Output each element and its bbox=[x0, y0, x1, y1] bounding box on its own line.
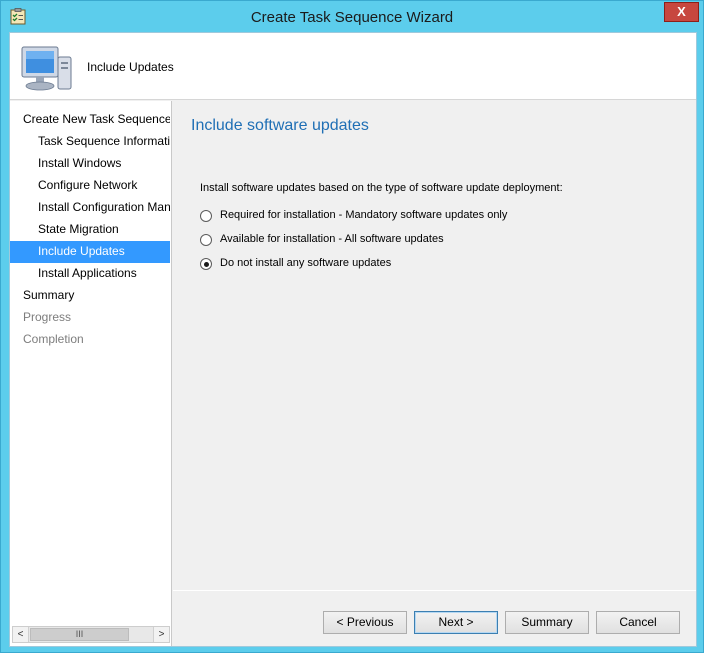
next-button[interactable]: Next > bbox=[414, 611, 498, 634]
radio-button-available[interactable] bbox=[200, 234, 212, 246]
summary-button[interactable]: Summary bbox=[505, 611, 589, 634]
wizard-window: Create Task Sequence Wizard X Include Up… bbox=[0, 0, 704, 653]
radio-label-required[interactable]: Required for installation - Mandatory so… bbox=[220, 209, 507, 221]
radio-label-available[interactable]: Available for installation - All softwar… bbox=[220, 233, 444, 245]
nav-item-include-updates[interactable]: Include Updates bbox=[10, 241, 170, 263]
nav-item-install-windows[interactable]: Install Windows bbox=[10, 153, 170, 175]
wizard-page: Include software updates Install softwar… bbox=[173, 101, 696, 646]
previous-button[interactable]: < Previous bbox=[323, 611, 407, 634]
nav-item-task-sequence-information[interactable]: Task Sequence Information bbox=[10, 131, 170, 153]
nav-item-configure-network[interactable]: Configure Network bbox=[10, 175, 170, 197]
nav-item-state-migration[interactable]: State Migration bbox=[10, 219, 170, 241]
wizard-nav: Create New Task Sequence Task Sequence I… bbox=[10, 101, 172, 646]
wizard-client-area: Include Updates Create New Task Sequence… bbox=[9, 32, 697, 647]
header-title: Include Updates bbox=[87, 60, 174, 74]
radio-button-required[interactable] bbox=[200, 210, 212, 222]
nav-horizontal-scrollbar[interactable]: < III > bbox=[12, 626, 170, 643]
nav-item-create-new-task-sequence[interactable]: Create New Task Sequence bbox=[10, 109, 170, 131]
window-title: Create Task Sequence Wizard bbox=[250, 9, 454, 26]
button-separator bbox=[173, 590, 696, 591]
cancel-button[interactable]: Cancel bbox=[596, 611, 680, 634]
nav-item-summary[interactable]: Summary bbox=[10, 285, 170, 307]
scroll-right-arrow-icon[interactable]: > bbox=[153, 627, 169, 642]
wizard-header: Include Updates bbox=[10, 33, 696, 100]
close-button[interactable]: X bbox=[664, 2, 699, 22]
radio-button-do-not-install[interactable] bbox=[200, 258, 212, 270]
scroll-left-arrow-icon[interactable]: < bbox=[13, 627, 29, 642]
page-title: Include software updates bbox=[191, 117, 369, 134]
nav-item-completion: Completion bbox=[23, 332, 84, 346]
nav-item-install-applications[interactable]: Install Applications bbox=[10, 263, 170, 285]
computer-icon bbox=[21, 46, 72, 91]
title-bar[interactable]: Create Task Sequence Wizard X bbox=[1, 1, 703, 33]
radio-label-do-not-install[interactable]: Do not install any software updates bbox=[220, 257, 391, 269]
nav-item-progress: Progress bbox=[23, 310, 72, 324]
nav-item-install-configuration-manager[interactable]: Install Configuration Manager bbox=[10, 197, 170, 219]
scroll-thumb[interactable]: III bbox=[30, 628, 129, 641]
update-deployment-prompt: Install software updates based on the ty… bbox=[200, 182, 563, 194]
